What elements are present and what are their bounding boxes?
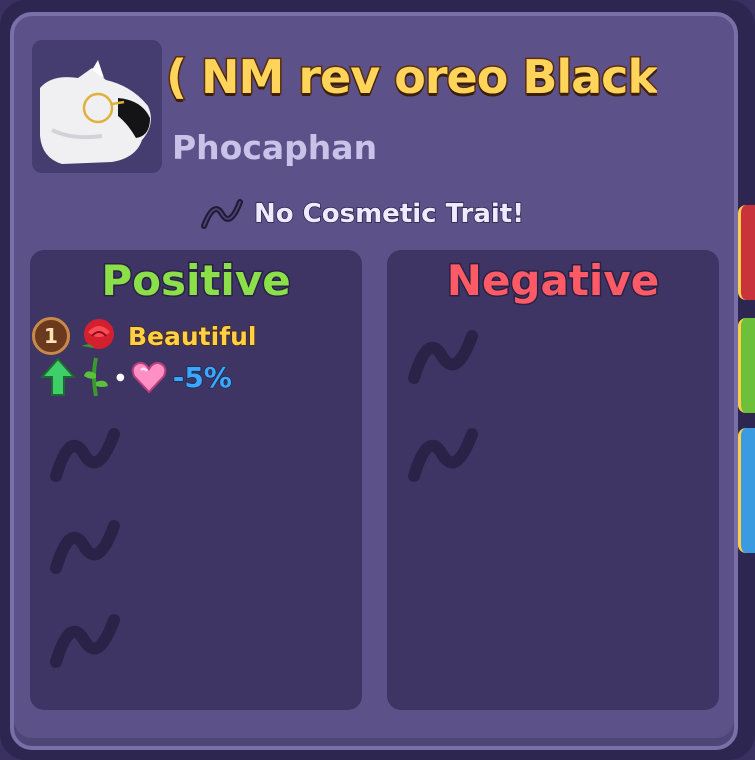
separator-dot: ● [116,371,125,383]
trait-name: Beautiful [127,321,257,352]
trait-value: -5% [172,360,233,395]
empty-slot-dna-icon [408,330,478,384]
heart-gem-icon [131,361,166,394]
empty-slot-dna-icon [50,614,120,668]
side-tab-green[interactable] [738,318,755,413]
positive-trait-effect: ● -5% [40,356,233,398]
empty-slot-dna-icon [408,428,478,482]
cosmetic-trait-text: No Cosmetic Trait! [253,198,525,230]
trait-level-badge: 1 [32,317,70,355]
rose-icon [82,319,114,349]
pet-portrait-icon [40,60,151,164]
empty-slot-dna-icon [50,520,120,574]
positive-heading: Positive [100,255,292,307]
pet-species: Phocaphan [172,128,378,167]
pet-name: ( NM rev oreo Black [166,50,658,104]
pet-portrait [32,40,162,173]
positive-trait-entry[interactable]: 1 Beautiful [32,316,257,356]
green-arrow-up-icon [40,357,76,396]
side-tab-blue[interactable] [738,428,755,553]
empty-slot-dna-icon [50,428,120,482]
rose-stem-icon [84,357,108,397]
negative-heading: Negative [445,255,660,307]
cosmetic-trait-row: No Cosmetic Trait! [200,194,525,234]
dna-icon [201,199,243,229]
side-tab-red[interactable] [738,205,755,300]
